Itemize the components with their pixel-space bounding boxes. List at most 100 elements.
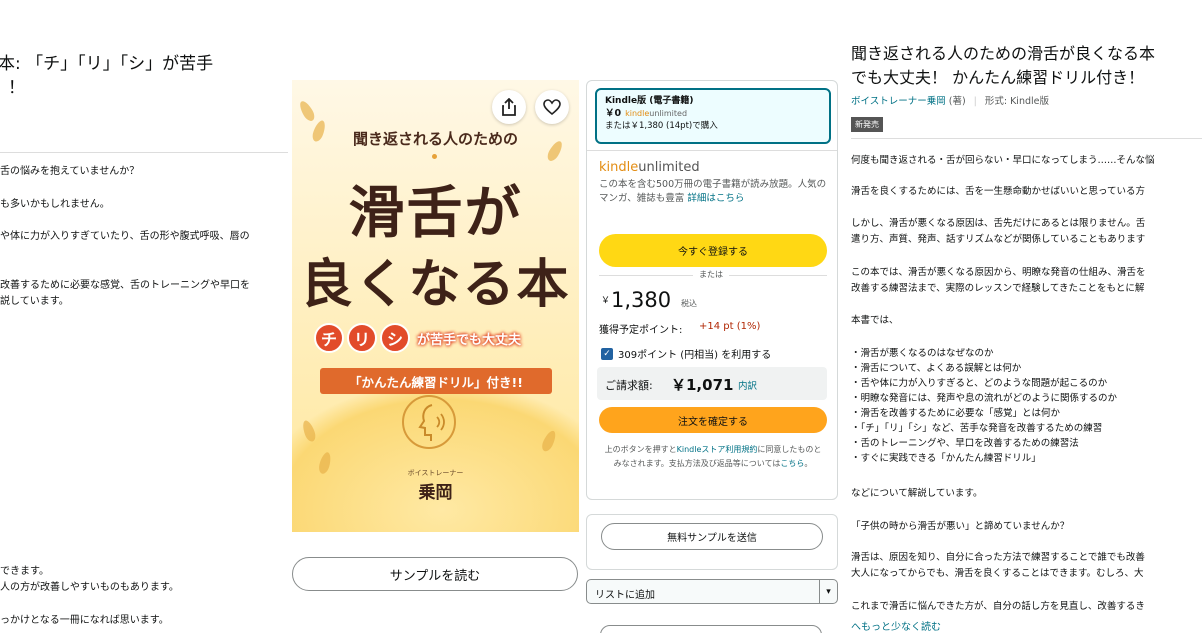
show-less-link[interactable]: へもっと少なく読む (851, 618, 941, 633)
read-sample-button[interactable]: サンプルを読む (292, 557, 578, 591)
format-price: ￥0 kindleunlimited (605, 107, 821, 120)
left-desc-line: 人の方が改善しやすいものもあります。 (0, 582, 179, 593)
use-points-label: 309ポイント (円相当) を利用する (618, 350, 772, 361)
kindle-unlimited-small-logo: kindleunlimited (625, 109, 687, 118)
confirm-order-button[interactable]: 注文を確定する (599, 407, 827, 433)
use-points-checkbox[interactable]: ✓ 309ポイント (円相当) を利用する (601, 346, 771, 361)
bullet-item: ・滑舌について、よくある誤解とは何か (851, 363, 1022, 374)
divider (0, 152, 288, 153)
description-line: 滑舌を良くするためには、舌を一生懸命動かせばいいと思っている方 (851, 186, 1146, 197)
add-to-list-label: リストに追加 (595, 590, 655, 601)
description-line: 大人になってからでも、滑舌を良くすることはできます。むしろ、大 (851, 568, 1144, 579)
bullet-item: ・すぐに実践できる「かんたん練習ドリル」 (851, 453, 1041, 464)
cover-drill-banner: 「かんたん練習ドリル」付き!! (320, 368, 552, 394)
cover-sound-badges: チ リ シ が苦手でも大丈夫 (314, 323, 521, 353)
cover-dot (432, 154, 437, 159)
chevron-down-icon[interactable]: ▾ (819, 580, 837, 603)
billing-amount-box: ご請求額: ￥1,071 内訳 (597, 367, 827, 400)
bullet-item: ・舌のトレーニングや、早口を改善するための練習法 (851, 438, 1079, 449)
description-line: 改善する練習法まで、実際のレッスンで経験してきたことをもとに解 (851, 283, 1145, 294)
bullet-item: ・滑舌を改善するために必要な「感覚」とは何か (851, 408, 1061, 419)
buy-box: Kindle版 (電子書籍) ￥0 kindleunlimited または￥1,3… (586, 80, 838, 500)
divider (587, 150, 837, 151)
product-details: 聞き返される人のための滑舌が良くなる本 でも大丈夫！ かんたん練習ドリル付き！ … (851, 0, 1202, 633)
cover-author-role: ボイストレーナー (407, 469, 464, 477)
bullet-item: ・「チ」「リ」「シ」など、苦手な発音を改善するための練習 (851, 423, 1103, 434)
ku-detail-link[interactable]: 詳細はこちら (687, 193, 744, 204)
cover-badge-text: が苦手でも大丈夫 (417, 332, 522, 348)
share-button[interactable] (492, 90, 526, 124)
format-name: Kindle版 (電子書籍) (605, 96, 694, 106)
description-line: 「子供の時から滑舌が悪い」と諦めていませんか？ (851, 521, 1070, 532)
description-line: 本書では、 (851, 315, 899, 326)
author-link[interactable]: ボイストレーナー乗岡 (851, 96, 946, 107)
leaf-decoration (539, 428, 559, 454)
wishlist-button[interactable] (535, 90, 569, 124)
product-title-line2: でも大丈夫！ かんたん練習ドリル付き！ (851, 68, 1145, 87)
description-line: この本では、滑舌が悪くなる原因から、明瞭な発音の仕組み、滑舌を (851, 267, 1146, 278)
legal-notice: 上のボタンを押すとKindleストア利用規約に同意したものとみなされます。支払方… (604, 445, 822, 468)
format-option-kindle[interactable]: Kindle版 (電子書籍) ￥0 kindleunlimited または￥1,3… (595, 88, 831, 144)
new-release-badge: 新発売 (851, 117, 883, 132)
description-line: 何度も聞き返される・舌が回らない・早口になってしまう……そんな悩 (851, 155, 1155, 166)
format-label: 形式: Kindle版 (984, 96, 1049, 107)
subscribe-button[interactable]: 今すぐ登録する (599, 234, 827, 267)
checkmark-icon[interactable]: ✓ (601, 347, 613, 360)
divider (851, 138, 1202, 139)
format-price-value: ￥0 (605, 108, 622, 119)
left-desc-line: っかけとなる一冊になれば思います。 (0, 615, 169, 626)
description-line: 滑舌は、原因を知り、自分に合った方法で練習することで誰でも改善 (851, 552, 1145, 563)
billing-label: ご請求額: (605, 379, 653, 392)
badge-chi: チ (314, 323, 344, 353)
billing-value: ￥1,071 (671, 376, 734, 394)
add-to-list-select[interactable]: リストに追加 ▾ (586, 579, 838, 604)
send-sample-button[interactable]: 無料サンプルを送信 (601, 523, 823, 550)
share-icon (502, 98, 516, 116)
kindle-unlimited-logo: kindleunlimited (599, 160, 700, 175)
ku-small-brand: kindle (625, 109, 650, 118)
product-title: 聞き返される人のための滑舌が良くなる本 でも大丈夫！ かんたん練習ドリル付き！ (851, 42, 1202, 90)
left-desc-line: できます。 (0, 566, 49, 577)
format-alt-price: または￥1,380 (14pt)で購入 (605, 121, 718, 131)
sample-box: 無料サンプルを送信 (586, 514, 838, 570)
left-desc-line: も多いかもしれません。 (0, 199, 110, 210)
byline: ボイストレーナー乗岡 (著) | 形式: Kindle版 (851, 96, 1049, 107)
byline-separator: | (973, 96, 977, 107)
ku-logo-brand: kindle (599, 160, 639, 175)
heart-icon (543, 99, 561, 115)
left-desc-line: 説しています。 (0, 296, 69, 307)
badge-ri: リ (347, 323, 377, 353)
product-title-line1: 聞き返される人のための滑舌が良くなる本 (851, 44, 1156, 63)
left-desc-line: 舌の悩みを抱えていませんか？ (0, 166, 140, 177)
cover-title-line2: 良くなる本 (300, 254, 571, 315)
ku-small-rest: unlimited (649, 109, 688, 118)
description-line: 遣り方、声質、発声、話すリズムなどが関係していることもあります (851, 234, 1146, 245)
badge-shi: シ (380, 323, 410, 353)
cover-subtitle: 聞き返される人のための (352, 130, 518, 148)
bullet-item: ・滑舌が悪くなるのはなぜなのか (851, 348, 994, 359)
kindle-terms-link[interactable]: Kindleストア利用規約 (677, 445, 758, 454)
price-currency: ￥ (601, 296, 611, 306)
bottom-partial-button[interactable] (600, 625, 822, 633)
description-line: これまで滑舌に悩んできた方が、自分の話し方を見直し、改善するき (851, 601, 1145, 612)
points-value: +14 pt (1%) (699, 321, 761, 332)
or-separator: または (693, 269, 729, 280)
description-line: しかし、滑舌が悪くなる原因は、舌先だけにあるとは限りません。舌 (851, 218, 1146, 229)
payment-info-link[interactable]: こちら (780, 459, 804, 468)
leaf-decoration (300, 418, 318, 444)
left-desc-line: や体に力が入りすぎていたり、舌の形や腹式呼吸、唇の (0, 231, 250, 242)
left-description-panel: 本: 「チ」「リ」「シ」が苦手 ！ 舌の悩みを抱えていませんか？ も多いかもしれ… (0, 0, 288, 633)
price: 1,380 (611, 288, 672, 312)
billing-detail-link[interactable]: 内訳 (738, 378, 757, 392)
tax-label: 税込 (681, 299, 697, 308)
leaf-decoration (297, 98, 317, 124)
left-desc-line: 改善するために必要な感覚、舌のトレーニングや早口を (0, 280, 250, 291)
description-line: などについて解説しています。 (851, 488, 983, 499)
bullet-item: ・明瞭な発音には、発声や息の流れがどのように関係するのか (851, 393, 1118, 404)
ku-logo-rest: unlimited (638, 160, 700, 175)
points-label: 獲得予定ポイント: (599, 325, 683, 336)
book-cover-image[interactable]: 聞き返される人のための 滑舌が 良くなる本 チ リ シ が苦手でも大丈夫 「かん… (292, 80, 579, 532)
kindle-unlimited-description: この本を含む500万冊の電子書籍が読み放題。人気のマンガ、雑誌も豊富 詳細はこち… (599, 178, 831, 206)
face-profile-icon (402, 395, 456, 449)
cover-title-line1: 滑舌が (348, 180, 523, 246)
